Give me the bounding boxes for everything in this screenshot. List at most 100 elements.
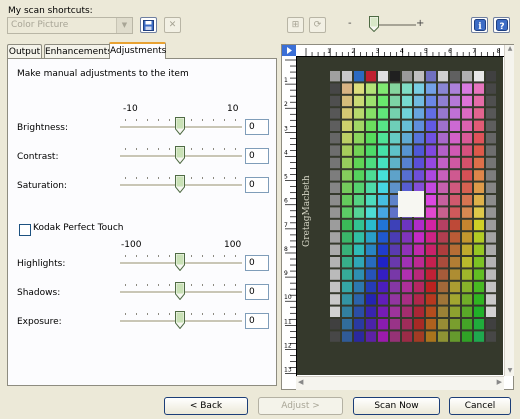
slider-thumb[interactable] xyxy=(175,175,185,193)
shadows-slider[interactable] xyxy=(120,279,242,303)
color-patch xyxy=(486,170,496,181)
color-patch xyxy=(474,281,484,293)
ruler-unit-toggle[interactable] xyxy=(282,45,296,56)
exposure-slider[interactable] xyxy=(120,308,242,332)
color-patch xyxy=(474,331,484,342)
perfect-touch-label: Kodak Perfect Touch xyxy=(33,223,124,233)
scale-max-label: 10 xyxy=(227,104,239,114)
slider-tick xyxy=(191,255,192,257)
saturation-field[interactable]: 0 xyxy=(245,177,269,193)
highlights-field[interactable]: 0 xyxy=(245,255,269,271)
exposure-field[interactable]: 0 xyxy=(245,313,269,329)
slider-tick xyxy=(235,119,236,121)
slider-thumb[interactable] xyxy=(175,311,185,329)
color-patch xyxy=(474,257,484,268)
scroll-down-icon[interactable]: ▼ xyxy=(506,367,514,376)
color-patch xyxy=(426,95,436,107)
color-patch xyxy=(438,331,448,342)
slider-tick xyxy=(158,313,159,315)
scan-preview-image[interactable]: GretagMacbeth xyxy=(297,57,503,375)
color-patch xyxy=(462,195,472,206)
cancel-button[interactable]: Cancel xyxy=(449,397,511,415)
scroll-up-icon[interactable]: ▲ xyxy=(506,45,514,54)
color-patch xyxy=(366,133,376,144)
color-patch xyxy=(486,71,496,82)
slider-thumb[interactable] xyxy=(175,117,185,135)
tab-adjustments[interactable]: Adjustments xyxy=(109,42,166,59)
color-patch xyxy=(366,83,376,94)
crop-button[interactable]: ⊞ xyxy=(287,17,304,33)
back-button[interactable]: < Back xyxy=(164,397,248,415)
color-patch xyxy=(390,170,400,181)
color-patch xyxy=(426,157,436,169)
slider-tick xyxy=(125,284,126,286)
color-patch xyxy=(378,232,388,243)
highlights-slider[interactable] xyxy=(120,250,242,274)
color-patch xyxy=(342,319,352,330)
slider-thumb[interactable] xyxy=(175,146,185,164)
rotate-button[interactable]: ⟳ xyxy=(309,17,326,33)
color-patch xyxy=(378,257,388,268)
color-patch xyxy=(438,219,448,231)
color-patch xyxy=(330,120,340,131)
color-patch xyxy=(486,182,496,193)
color-patch xyxy=(342,294,352,305)
color-patch xyxy=(366,170,376,181)
help-button[interactable]: ? xyxy=(493,17,510,33)
scroll-left-icon[interactable]: ◀ xyxy=(298,378,303,386)
zoom-slider-thumb[interactable] xyxy=(368,16,379,32)
adjust-button[interactable]: Adjust > xyxy=(258,397,343,415)
perfect-touch-checkbox[interactable] xyxy=(19,224,31,236)
color-patch xyxy=(378,145,388,156)
scan-shortcuts-dropdown[interactable]: Color Picture ▼ xyxy=(7,17,133,34)
color-patch xyxy=(366,269,376,280)
brightness-field[interactable]: 0 xyxy=(245,119,269,135)
color-patch xyxy=(450,219,460,231)
slider-tick xyxy=(136,177,137,179)
slider-tick xyxy=(235,177,236,179)
scroll-right-icon[interactable]: ▶ xyxy=(497,378,502,386)
slider-tick xyxy=(136,284,137,286)
saturation-slider[interactable] xyxy=(120,172,242,196)
save-shortcut-button[interactable] xyxy=(140,17,157,33)
color-patch xyxy=(462,281,472,293)
color-patch xyxy=(414,319,424,330)
color-patch xyxy=(378,71,388,82)
color-patch xyxy=(474,108,484,119)
color-patch xyxy=(366,71,376,82)
color-patch xyxy=(402,244,412,255)
scan-shortcuts-value: Color Picture xyxy=(11,20,69,30)
ruler-label: 5 xyxy=(424,48,428,55)
color-patch xyxy=(486,195,496,206)
color-patch xyxy=(330,95,340,107)
tab-output[interactable]: Output xyxy=(7,44,42,58)
color-patch xyxy=(474,83,484,94)
slider-thumb[interactable] xyxy=(175,282,185,300)
slider-tick xyxy=(224,255,225,257)
preview-vertical-scrollbar[interactable]: ▲ ▼ xyxy=(504,45,514,376)
color-patch xyxy=(450,170,460,181)
color-patch xyxy=(330,319,340,330)
color-patch xyxy=(426,331,436,342)
tab-enhancements[interactable]: Enhancements xyxy=(44,44,112,58)
delete-shortcut-button[interactable]: ✕ xyxy=(164,17,181,33)
scan-now-button[interactable]: Scan Now xyxy=(353,397,440,415)
color-patch xyxy=(366,319,376,330)
brightness-slider[interactable] xyxy=(120,114,242,138)
shadows-field[interactable]: 0 xyxy=(245,284,269,300)
ruler-label: 9 xyxy=(284,270,288,277)
color-patch xyxy=(390,306,400,317)
slider-thumb[interactable] xyxy=(175,253,185,271)
color-patch xyxy=(330,195,340,206)
preview-horizontal-scrollbar[interactable]: ◀ ▶ xyxy=(296,376,504,390)
slider-tick xyxy=(136,119,137,121)
info-button[interactable]: i xyxy=(471,17,488,33)
color-patch xyxy=(426,232,436,243)
contrast-slider[interactable] xyxy=(120,143,242,167)
color-patch xyxy=(438,244,448,255)
color-patch xyxy=(402,269,412,280)
color-patch xyxy=(438,95,448,107)
color-patch xyxy=(342,331,352,342)
contrast-field[interactable]: 0 xyxy=(245,148,269,164)
color-patch xyxy=(474,219,484,231)
